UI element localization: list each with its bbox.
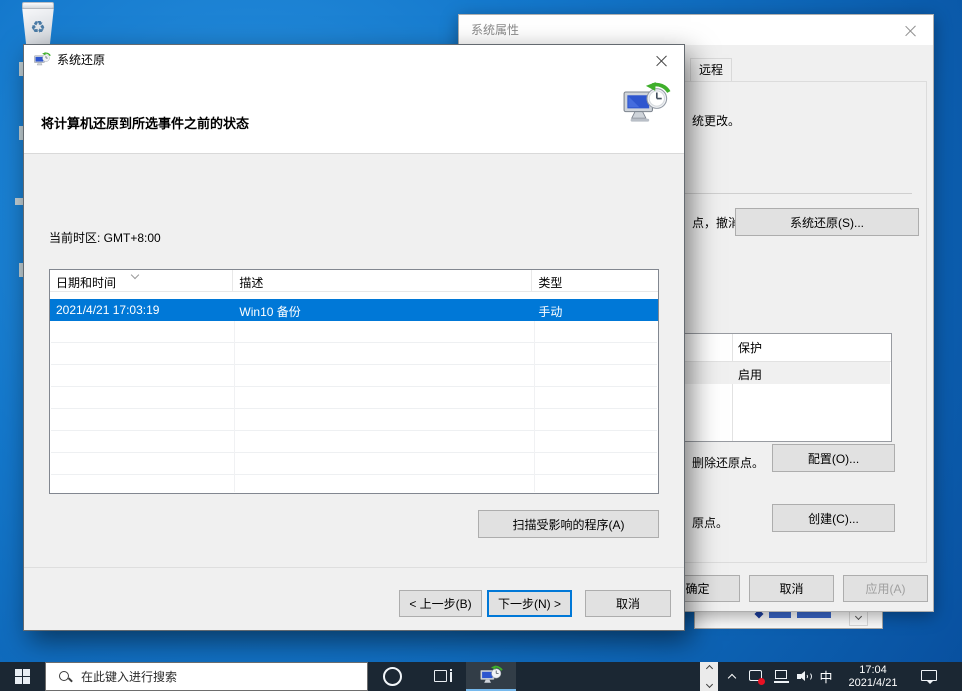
obscured-text-fragment bbox=[797, 611, 831, 618]
partial-text: 原点。 bbox=[692, 514, 728, 531]
cortana-button[interactable] bbox=[383, 667, 402, 686]
window-title: 系统还原 bbox=[57, 45, 105, 75]
table-row-selected[interactable]: 2021/4/21 17:03:19 Win10 备份 手动 bbox=[50, 299, 658, 321]
clock-time: 17:04 bbox=[859, 664, 887, 677]
system-restore-icon bbox=[480, 665, 503, 687]
recycle-bin-body: ♻ bbox=[20, 8, 56, 48]
close-button[interactable] bbox=[639, 45, 684, 75]
configure-button[interactable]: 配置(O)... bbox=[772, 444, 895, 472]
ime-indicator[interactable]: 中 bbox=[815, 662, 837, 691]
search-icon bbox=[58, 670, 72, 684]
start-button[interactable] bbox=[0, 662, 45, 691]
partial-text: 删除还原点。 bbox=[692, 454, 764, 471]
system-restore-button[interactable]: 系统还原(S)... bbox=[735, 208, 919, 236]
tray-network[interactable] bbox=[769, 662, 793, 691]
wizard-heading: 将计算机还原到所选事件之前的状态 bbox=[41, 113, 249, 132]
recycle-symbol: ♻ bbox=[30, 18, 45, 38]
show-hidden-icons-button[interactable] bbox=[723, 662, 741, 691]
speaker-icon bbox=[797, 670, 814, 683]
close-icon bbox=[656, 55, 667, 66]
partial-text: 统更改。 bbox=[692, 112, 740, 129]
obscured-text-fragment bbox=[769, 611, 791, 618]
task-view-button[interactable] bbox=[432, 669, 454, 684]
action-center-button[interactable] bbox=[912, 662, 946, 691]
tray-clock[interactable]: 17:04 2021/4/21 bbox=[841, 662, 905, 691]
system-restore-icon bbox=[623, 81, 671, 127]
action-center-icon bbox=[921, 669, 938, 684]
create-button[interactable]: 创建(C)... bbox=[772, 504, 895, 532]
close-icon bbox=[905, 25, 916, 36]
cancel-button[interactable]: 取消 bbox=[749, 575, 834, 602]
recycle-bin-lid bbox=[22, 2, 54, 9]
security-alert-icon bbox=[749, 670, 764, 683]
chevron-down-icon bbox=[705, 681, 712, 688]
titlebar[interactable]: 系统属性 bbox=[459, 15, 933, 45]
chevron-down-icon bbox=[855, 612, 862, 619]
scan-affected-programs-button[interactable]: 扫描受影响的程序(A) bbox=[478, 510, 659, 538]
partial-text: 点，撤消 bbox=[692, 214, 740, 231]
column-header-protection: 保护 bbox=[738, 339, 762, 356]
tab-remote[interactable]: 远程 bbox=[690, 58, 732, 82]
cell-description: Win10 备份 bbox=[233, 299, 532, 321]
taskbar: 在此键入进行搜索 bbox=[0, 662, 962, 691]
chevron-up-icon bbox=[705, 665, 712, 672]
windows-logo-icon bbox=[15, 669, 31, 685]
tray-volume[interactable] bbox=[793, 662, 817, 691]
tray-security-alert[interactable] bbox=[744, 662, 768, 691]
table-header-row: 日期和时间 描述 类型 bbox=[50, 270, 658, 292]
column-divider bbox=[534, 321, 535, 492]
column-header-type[interactable]: 类型 bbox=[532, 270, 658, 292]
taskbar-search-box[interactable]: 在此键入进行搜索 bbox=[45, 662, 368, 691]
window-title: 系统属性 bbox=[471, 15, 519, 45]
protection-status: 启用 bbox=[738, 366, 762, 383]
cancel-button[interactable]: 取消 bbox=[585, 590, 671, 617]
wizard-footer: < 上一步(B) 下一步(N) > 取消 bbox=[24, 567, 684, 630]
restore-points-table[interactable]: 日期和时间 描述 类型 2021/4/21 17:03:19 Win10 备份 … bbox=[49, 269, 659, 494]
system-restore-icon bbox=[34, 52, 51, 68]
table-gridlines bbox=[51, 321, 657, 492]
cell-type: 手动 bbox=[532, 299, 658, 321]
column-divider bbox=[234, 321, 235, 492]
system-restore-dialog: 系统还原 将计算机还原到所选事件之前的状态 bbox=[23, 44, 685, 631]
search-placeholder: 在此键入进行搜索 bbox=[81, 668, 177, 685]
taskbar-app-system-restore[interactable] bbox=[466, 662, 516, 691]
clock-date: 2021/4/21 bbox=[849, 677, 898, 690]
task-view-icon bbox=[434, 670, 447, 682]
titlebar[interactable]: 系统还原 bbox=[24, 45, 684, 75]
column-header-description[interactable]: 描述 bbox=[233, 270, 532, 292]
alert-badge bbox=[758, 678, 765, 685]
apply-button[interactable]: 应用(A) bbox=[843, 575, 928, 602]
desktop-icon-fragment bbox=[15, 198, 23, 205]
taskbar-scrollbar[interactable] bbox=[700, 662, 718, 691]
next-button[interactable]: 下一步(N) > bbox=[487, 590, 572, 617]
divider bbox=[24, 153, 684, 154]
column-divider bbox=[732, 334, 733, 441]
desktop: ♻ 系统属性 远程 统更改。 点，撤消 系统还原(S)... 保护 bbox=[0, 0, 962, 691]
chevron-up-icon bbox=[728, 674, 736, 682]
task-view-icon-bar bbox=[450, 672, 452, 682]
timezone-label: 当前时区: GMT+8:00 bbox=[49, 229, 161, 246]
task-view-icon-dot bbox=[450, 669, 452, 671]
close-button[interactable] bbox=[888, 15, 933, 45]
wizard-header: 将计算机还原到所选事件之前的状态 bbox=[24, 75, 684, 153]
ethernet-network-icon bbox=[774, 670, 789, 683]
back-button[interactable]: < 上一步(B) bbox=[399, 590, 482, 617]
cell-datetime: 2021/4/21 17:03:19 bbox=[50, 299, 233, 321]
column-header-datetime[interactable]: 日期和时间 bbox=[50, 270, 233, 292]
